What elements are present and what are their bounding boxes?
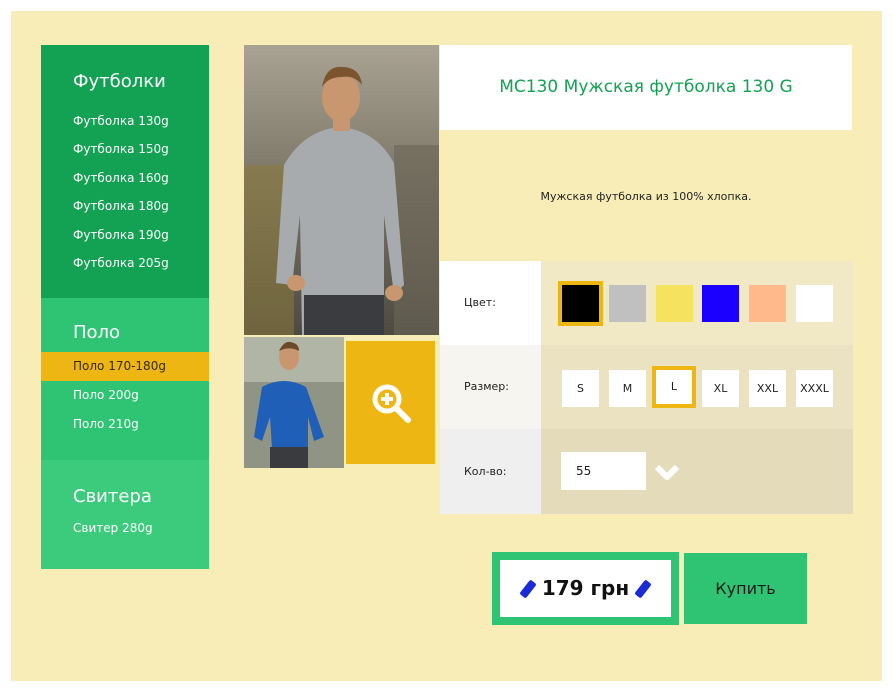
sidebar-item-tshirt-150[interactable]: Футболка 150g: [41, 135, 209, 164]
zoom-button[interactable]: [346, 341, 435, 464]
category-title-polo[interactable]: Поло: [73, 322, 120, 343]
sidebar-item-tshirt-180[interactable]: Футболка 180g: [41, 192, 209, 221]
category-section-polo: Поло Поло 170-180g Поло 200g Поло 210g: [41, 298, 209, 460]
sidebar-item-polo-210[interactable]: Поло 210g: [41, 410, 209, 439]
color-swatch-yellow[interactable]: [656, 285, 693, 322]
product-photo-illustration: [244, 45, 439, 335]
sidebar-item-tshirt-190[interactable]: Футболка 190g: [41, 221, 209, 250]
product-title: MC130 Мужская футболка 130 G: [440, 45, 852, 130]
size-option-m[interactable]: M: [609, 370, 646, 407]
buy-button[interactable]: Купить: [684, 553, 807, 624]
size-option-s[interactable]: S: [562, 370, 599, 407]
sidebar-item-sweater-280[interactable]: Свитер 280g: [41, 514, 209, 543]
sidebar-item-tshirt-205[interactable]: Футболка 205g: [41, 249, 209, 278]
category-section-tshirts: Футболки Футболка 130g Футболка 150g Фут…: [41, 45, 209, 298]
chevron-down-icon: [654, 464, 680, 480]
sidebar-item-polo-200[interactable]: Поло 200g: [41, 381, 209, 410]
sidebar-item-tshirt-130[interactable]: Футболка 130g: [41, 107, 209, 136]
category-sidebar: Футболки Футболка 130g Футболка 150g Фут…: [41, 45, 209, 569]
price-inner: 179 грн: [500, 560, 671, 617]
color-swatch-peach[interactable]: [749, 285, 786, 322]
sidebar-item-polo-170-180[interactable]: Поло 170-180g: [41, 352, 209, 381]
quantity-dropdown-toggle[interactable]: [654, 462, 680, 482]
color-swatch-gray[interactable]: [609, 285, 646, 322]
quantity-input[interactable]: [561, 452, 646, 490]
category-title-tshirts[interactable]: Футболки: [73, 71, 166, 92]
size-option-xxl[interactable]: XXL: [749, 370, 786, 407]
quantity-label: Кол-во:: [440, 429, 541, 514]
size-option-l[interactable]: L: [652, 366, 696, 408]
size-option-xxxl[interactable]: XXXL: [796, 370, 833, 407]
color-swatch-blue[interactable]: [702, 285, 739, 322]
product-thumbnail-blue[interactable]: [244, 337, 344, 468]
color-swatch-black[interactable]: [558, 281, 603, 326]
size-option-xl[interactable]: XL: [702, 370, 739, 407]
category-section-sweaters: Свитера Свитер 280g: [41, 460, 209, 569]
product-description: Мужская футболка из 100% хлопка.: [540, 190, 752, 203]
category-title-sweaters[interactable]: Свитера: [73, 486, 152, 507]
thumbnail-illustration: [244, 337, 344, 468]
product-main-image[interactable]: [244, 45, 439, 335]
color-label: Цвет:: [440, 261, 541, 345]
sidebar-item-tshirt-160[interactable]: Футболка 160g: [41, 164, 209, 193]
zoom-in-icon: [372, 384, 411, 423]
color-swatch-white[interactable]: [796, 285, 833, 322]
price-box: 179 грн: [492, 552, 679, 625]
size-label: Размер:: [440, 345, 541, 429]
